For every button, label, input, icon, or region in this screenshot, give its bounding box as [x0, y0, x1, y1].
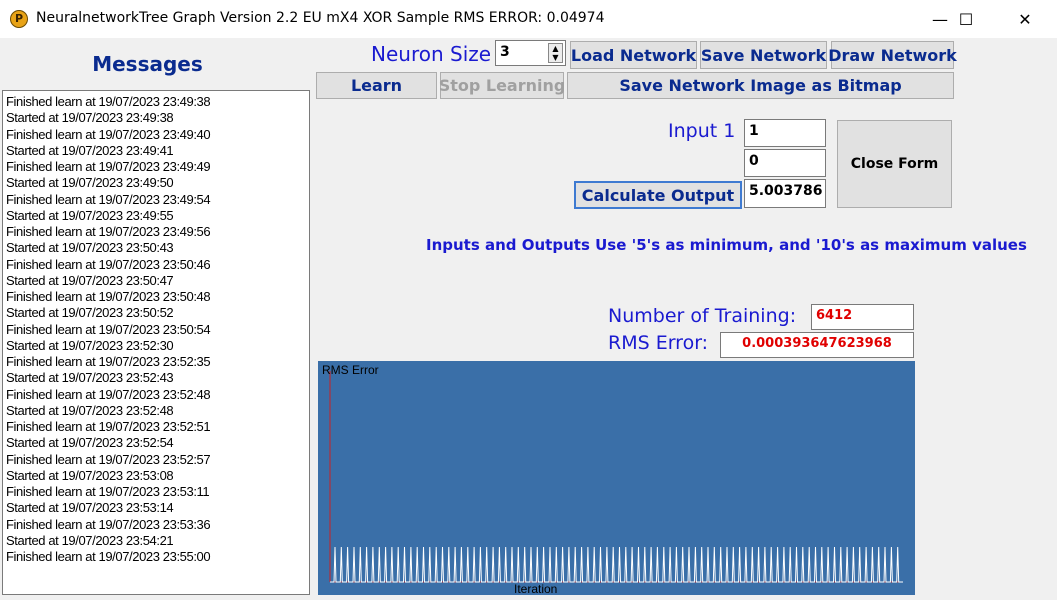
message-item: Started at 19/07/2023 23:50:43 [6, 240, 174, 256]
title-bar: P NeuralnetworkTree Graph Version 2.2 EU… [0, 0, 1057, 38]
neuron-size-spinner[interactable]: 3 ▲ ▼ [495, 40, 566, 66]
message-item: Finished learn at 19/07/2023 23:49:40 [6, 126, 211, 142]
chart-canvas [329, 371, 903, 583]
input-label: Input 1 [668, 120, 736, 142]
message-item: Finished learn at 19/07/2023 23:50:46 [6, 256, 211, 272]
messages-title: Messages [92, 52, 203, 76]
input1-field[interactable]: 1 [744, 119, 826, 147]
close-form-button[interactable]: Close Form [837, 120, 952, 208]
draw-network-button[interactable]: Draw Network [828, 41, 957, 69]
message-item: Finished learn at 19/07/2023 23:52:48 [6, 386, 211, 402]
message-item: Started at 19/07/2023 23:52:54 [6, 435, 174, 451]
message-item: Started at 19/07/2023 23:53:14 [6, 500, 174, 516]
message-item: Finished learn at 19/07/2023 23:49:38 [6, 94, 211, 109]
rms-error-field[interactable]: 0.000393647623968 [720, 332, 914, 358]
message-item: Started at 19/07/2023 23:53:08 [6, 467, 174, 483]
neuron-size-value: 3 [500, 44, 510, 60]
output-field[interactable]: 5.003786 [744, 179, 826, 208]
load-network-button[interactable]: Load Network [570, 41, 697, 69]
rms-error-chart: RMS Error Iteration [318, 361, 915, 596]
message-item: Started at 19/07/2023 23:50:52 [6, 305, 174, 321]
message-item: Finished learn at 19/07/2023 23:53:11 [6, 484, 210, 499]
message-item: Finished learn at 19/07/2023 23:50:48 [6, 289, 211, 304]
message-item: Started at 19/07/2023 23:52:43 [6, 370, 174, 386]
learn-button[interactable]: Learn [316, 72, 437, 99]
message-item: Started at 19/07/2023 23:52:30 [6, 337, 174, 353]
save-bitmap-button[interactable]: Save Network Image as Bitmap [567, 72, 954, 99]
stop-learning-button[interactable]: Stop Learning [439, 72, 565, 99]
app-icon: P [10, 10, 28, 28]
neuron-size-label: Neuron Size [371, 42, 492, 66]
rms-error-series-line [330, 546, 903, 583]
message-item: Finished learn at 19/07/2023 23:49:56 [6, 224, 211, 239]
messages-list: Finished learn at 19/07/2023 23:49:38 Sta… [3, 91, 309, 565]
input2-field[interactable]: 0 [744, 149, 826, 177]
message-item: Started at 19/07/2023 23:52:48 [6, 402, 174, 418]
message-item: Started at 19/07/2023 23:49:50 [6, 175, 174, 191]
message-item: Finished learn at 19/07/2023 23:52:51 [6, 419, 211, 434]
message-item: Finished learn at 19/07/2023 23:52:57 [6, 451, 211, 467]
message-item: Finished learn at 19/07/2023 23:53:36 [6, 516, 211, 532]
close-icon: ✕ [1018, 9, 1032, 29]
message-item: Finished learn at 19/07/2023 23:49:49 [6, 159, 211, 174]
message-item: Started at 19/07/2023 23:50:47 [6, 272, 174, 288]
message-item: Started at 19/07/2023 23:49:55 [6, 207, 174, 223]
maximize-icon: ☐ [958, 9, 974, 29]
spinner-arrows-icon[interactable]: ▲ ▼ [548, 43, 563, 63]
calculate-output-button[interactable]: Calculate Output [574, 181, 742, 209]
maximize-button[interactable]: ☐ [943, 0, 989, 38]
value-range-hint: Inputs and Outputs Use '5's as minimum, … [426, 236, 1027, 254]
training-count-field[interactable]: 6412 [811, 304, 914, 330]
rms-error-label: RMS Error: [608, 332, 709, 354]
chart-y-axis-label: RMS Error [322, 363, 379, 377]
training-count-label: Number of Training: [608, 305, 797, 327]
chart-x-axis-label: Iteration [514, 582, 558, 596]
message-item: Started at 19/07/2023 23:49:38 [6, 110, 174, 126]
message-item: Finished learn at 19/07/2023 23:52:35 [6, 354, 211, 369]
message-item: Finished learn at 19/07/2023 23:49:54 [6, 191, 211, 207]
messages-listbox[interactable]: Finished learn at 19/07/2023 23:49:38 Sta… [2, 90, 310, 595]
message-item: Finished learn at 19/07/2023 23:55:00 [6, 549, 211, 564]
save-network-button[interactable]: Save Network [700, 41, 827, 69]
message-item: Finished learn at 19/07/2023 23:50:54 [6, 321, 211, 337]
close-window-button[interactable]: ✕ [1002, 0, 1048, 38]
window-title: NeuralnetworkTree Graph Version 2.2 EU m… [36, 10, 605, 26]
message-item: Started at 19/07/2023 23:49:41 [6, 142, 174, 158]
message-item: Started at 19/07/2023 23:54:21 [6, 532, 174, 548]
